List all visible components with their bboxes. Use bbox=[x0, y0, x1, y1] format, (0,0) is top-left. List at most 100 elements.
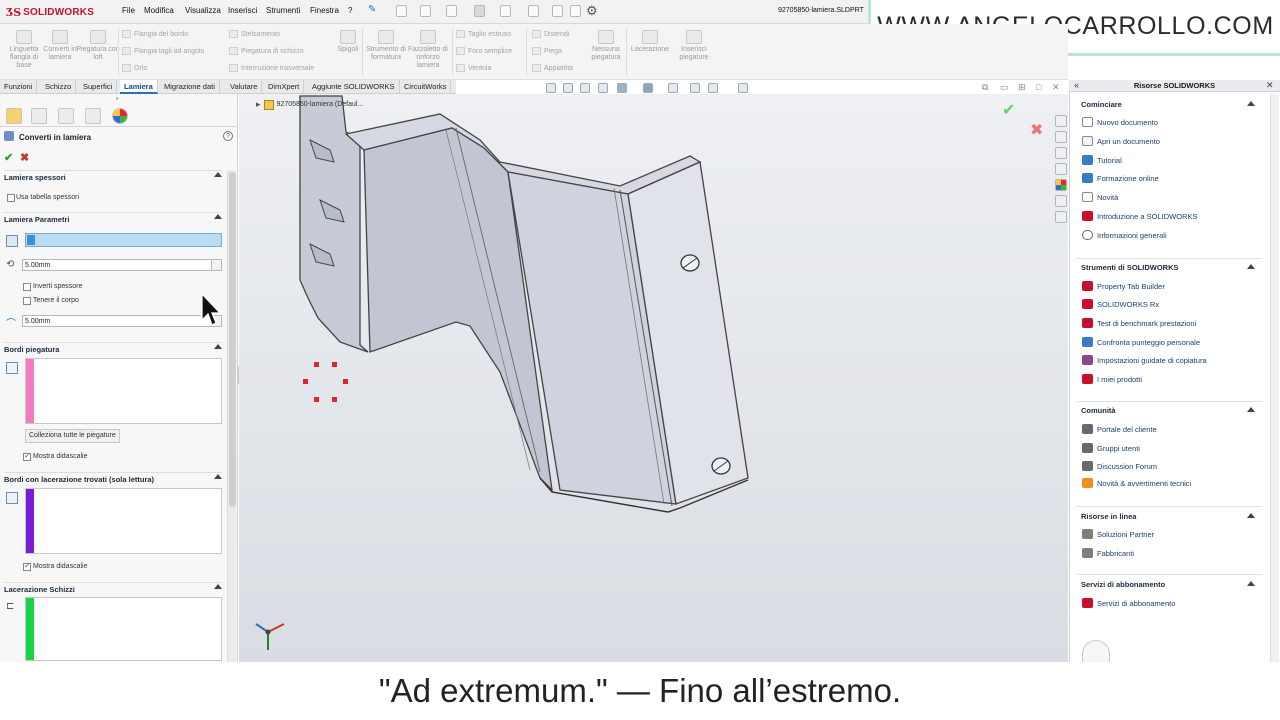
feature-manager-tab-icon[interactable] bbox=[6, 108, 22, 124]
menu-strumenti[interactable]: Strumenti bbox=[266, 6, 300, 15]
task-pane-scrollbar[interactable] bbox=[1270, 94, 1279, 662]
rp-item-customer-portal[interactable]: Portale del cliente bbox=[1082, 424, 1157, 434]
edge-flange-button[interactable]: Flangia del bordo bbox=[122, 30, 188, 38]
apply-scene-icon[interactable] bbox=[708, 83, 718, 93]
panel-handle-icon[interactable]: • bbox=[116, 96, 118, 103]
property-manager-scrollbar[interactable] bbox=[227, 170, 236, 662]
expand-arrow-icon[interactable]: ▸ bbox=[256, 99, 261, 110]
section-header-bordi-piegatura[interactable]: Bordi piegatura bbox=[4, 342, 222, 354]
new-file-icon[interactable] bbox=[396, 5, 407, 17]
use-gauge-table-checkbox[interactable] bbox=[7, 194, 15, 202]
fold-button[interactable]: Piega bbox=[532, 47, 562, 55]
rp-item-general-info[interactable]: Informazioni generali bbox=[1082, 230, 1167, 240]
section-header-rip-sketches[interactable]: Lacerazione Schizzi bbox=[4, 582, 222, 594]
tab-aggiunte-solidworks[interactable]: Aggiunte SOLIDWORKS bbox=[308, 80, 400, 94]
save-icon[interactable] bbox=[446, 5, 457, 17]
custom-properties-icon[interactable] bbox=[1055, 195, 1067, 207]
window-minimize-icon[interactable]: ▭ bbox=[1000, 82, 1009, 93]
rp-item-copy-settings[interactable]: Impostazioni guidate di copiatura bbox=[1082, 355, 1207, 365]
view-settings-icon[interactable] bbox=[738, 83, 748, 93]
pin-icon[interactable]: ✎ bbox=[368, 4, 376, 15]
previous-view-icon[interactable] bbox=[580, 83, 590, 93]
design-library-icon[interactable] bbox=[1055, 131, 1067, 143]
window-tile-icon[interactable]: ⊞ bbox=[1018, 82, 1026, 93]
menu-finestra[interactable]: Finestra bbox=[310, 6, 339, 15]
rp-item-discussion-forum[interactable]: Discussion Forum bbox=[1082, 461, 1157, 471]
tab-superfici[interactable]: Superfici bbox=[79, 80, 118, 94]
zoom-to-area-icon[interactable] bbox=[563, 83, 573, 93]
tab-valutare[interactable]: Valutare bbox=[226, 80, 263, 94]
confirm-cancel-icon[interactable]: ✖ bbox=[1030, 120, 1043, 140]
keep-body-checkbox[interactable] bbox=[23, 297, 31, 305]
rp-item-tech-alerts[interactable]: Novità & avvertimenti tecnici bbox=[1082, 478, 1191, 488]
chevron-up-icon[interactable] bbox=[1247, 264, 1255, 269]
configuration-manager-tab-icon[interactable] bbox=[58, 108, 74, 124]
rp-item-whats-new[interactable]: Novità bbox=[1082, 192, 1118, 202]
hide-show-items-icon[interactable] bbox=[668, 83, 678, 93]
forming-tool-button[interactable]: Strumento di formatura bbox=[364, 30, 408, 62]
select-icon[interactable] bbox=[528, 5, 539, 17]
resources-home-icon[interactable] bbox=[1055, 115, 1067, 127]
window-close-icon[interactable]: ✕ bbox=[1052, 82, 1060, 93]
rip-sketches-listbox[interactable] bbox=[25, 597, 222, 661]
edit-appearance-icon[interactable] bbox=[690, 83, 700, 93]
show-rip-callouts-checkbox[interactable] bbox=[23, 561, 31, 571]
thickness-input[interactable]: 5.00mm bbox=[22, 259, 212, 271]
rp-item-new-document[interactable]: Nuovo documento bbox=[1082, 117, 1158, 127]
simple-hole-button[interactable]: Foro semplice bbox=[456, 47, 512, 55]
insert-bends-button[interactable]: Inserisci piegature bbox=[672, 30, 716, 62]
rebuild-icon[interactable] bbox=[552, 5, 563, 17]
graphics-area[interactable] bbox=[239, 94, 1068, 662]
solidworks-forum-icon[interactable] bbox=[1055, 211, 1067, 223]
rp-item-subscription-services[interactable]: Servizi di abbonamento bbox=[1082, 598, 1175, 608]
section-header-spessori[interactable]: Lamiera spessori bbox=[4, 170, 222, 182]
tab-migrazione-dati[interactable]: Migrazione dati bbox=[160, 80, 220, 94]
tab-lamiera[interactable]: Lamiera bbox=[120, 80, 158, 94]
hem-button[interactable]: Orlo bbox=[122, 64, 147, 72]
rp-item-my-products[interactable]: I miei prodotti bbox=[1082, 374, 1142, 384]
tab-dimxpert[interactable]: DimXpert bbox=[264, 80, 305, 94]
confirm-check-icon[interactable]: ✔ bbox=[1002, 100, 1015, 120]
menu-help[interactable]: ? bbox=[348, 6, 352, 15]
section-view-icon[interactable] bbox=[598, 83, 608, 93]
unfold-button[interactable]: Distendi bbox=[532, 30, 569, 38]
feature-tree-flyout[interactable]: ▸ 92705850-lamiera (Defaul... bbox=[256, 99, 363, 110]
chevron-up-icon[interactable] bbox=[1247, 101, 1255, 106]
show-callouts-checkbox[interactable] bbox=[23, 451, 31, 461]
options-gear-icon[interactable]: ⚙ bbox=[586, 3, 598, 19]
file-props-icon[interactable] bbox=[570, 5, 581, 17]
chevron-up-icon[interactable] bbox=[1247, 407, 1255, 412]
rp-item-manufacturers[interactable]: Fabbricanti bbox=[1082, 548, 1134, 558]
menu-visualizza[interactable]: Visualizza bbox=[185, 6, 221, 15]
no-bends-button[interactable]: Nessuna piegatura bbox=[584, 30, 628, 62]
display-style-icon[interactable] bbox=[643, 83, 653, 93]
rp-item-compare-score[interactable]: Confronta punteggio personale bbox=[1082, 337, 1200, 347]
tab-funzioni[interactable]: Funzioni bbox=[0, 80, 38, 94]
display-manager-tab-icon[interactable] bbox=[112, 108, 128, 124]
rp-item-tutorial[interactable]: Tutorial bbox=[1082, 155, 1122, 165]
menu-modifica[interactable]: Modifica bbox=[144, 6, 174, 15]
collapse-arrows-icon[interactable]: « bbox=[1074, 80, 1079, 90]
help-icon[interactable]: ? bbox=[223, 131, 233, 141]
cross-break-button[interactable]: Interruzione trasversale bbox=[229, 64, 314, 72]
section-header-rip-edges[interactable]: Bordi con lacerazione trovati (sola lett… bbox=[4, 472, 222, 484]
tab-circuitworks[interactable]: CircuitWorks bbox=[400, 80, 452, 94]
view-orientation-icon[interactable] bbox=[617, 83, 627, 93]
flatten-button[interactable]: Appiattita bbox=[532, 64, 573, 72]
open-file-icon[interactable] bbox=[420, 5, 431, 17]
rp-item-property-tab-builder[interactable]: Property Tab Builder bbox=[1082, 281, 1165, 291]
extruded-cut-button[interactable]: Taglio estruso bbox=[456, 30, 511, 38]
reverse-thickness-checkbox[interactable] bbox=[23, 283, 31, 291]
window-maximize-icon[interactable]: □ bbox=[1036, 82, 1041, 92]
miter-flange-button[interactable]: Flangia tagli ad angolo bbox=[122, 47, 204, 55]
tab-schizzo[interactable]: Schizzo bbox=[41, 80, 77, 94]
menu-inserisci[interactable]: Inserisci bbox=[228, 6, 257, 15]
view-palette-icon[interactable] bbox=[1055, 163, 1067, 175]
ok-check-icon[interactable]: ✔ bbox=[4, 151, 13, 164]
solidworks-logo[interactable]: ƷS SOLIDWORKS bbox=[6, 3, 94, 21]
lofted-bend-button[interactable]: Piegatura con loft bbox=[76, 30, 120, 62]
jog-button[interactable]: Stelsamento bbox=[229, 30, 280, 38]
rp-item-intro-solidworks[interactable]: Introduzione a SOLIDWORKS bbox=[1082, 211, 1197, 221]
property-manager-tab-icon[interactable] bbox=[31, 108, 47, 124]
pin-task-pane-icon[interactable]: ✕ bbox=[1266, 80, 1274, 91]
